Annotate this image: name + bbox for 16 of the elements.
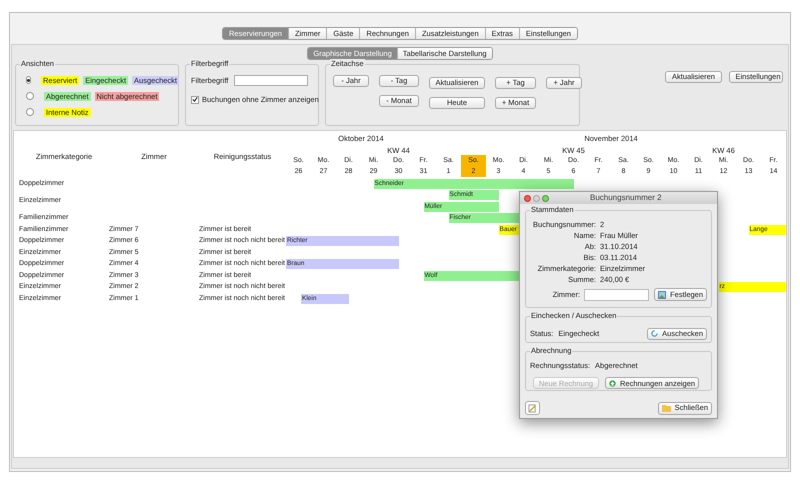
checkbox[interactable] xyxy=(191,96,199,104)
radio-button[interactable] xyxy=(26,76,31,84)
note-button[interactable] xyxy=(525,401,540,415)
radio-button[interactable] xyxy=(26,92,34,100)
refresh-icon xyxy=(651,330,658,337)
minimize-window-icon[interactable] xyxy=(533,194,540,202)
window-title: Buchungsnummer 2 xyxy=(590,192,662,204)
close-window-icon[interactable] xyxy=(524,194,531,202)
pencil-icon xyxy=(528,404,537,412)
zoom-window-icon[interactable] xyxy=(542,194,549,202)
zimmer-field[interactable] xyxy=(584,288,650,300)
image-icon xyxy=(658,290,666,298)
radio-button[interactable] xyxy=(26,108,34,116)
filter-field[interactable] xyxy=(234,75,308,86)
arrow-up-icon xyxy=(609,380,616,387)
folder-icon xyxy=(662,404,671,412)
